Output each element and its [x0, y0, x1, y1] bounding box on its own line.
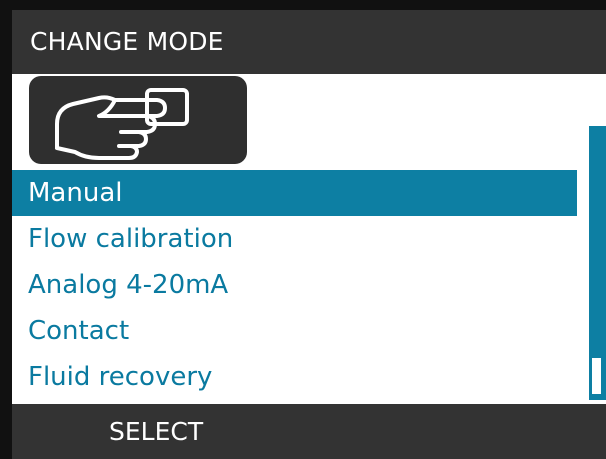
device-screen: CHANGE MODE Manual Flow calibration Anal…	[0, 0, 606, 459]
menu-item-manual[interactable]: Manual	[12, 170, 577, 216]
hand-pressing-button-icon	[29, 76, 247, 164]
menu-item-flow-calibration[interactable]: Flow calibration	[12, 216, 577, 262]
scrollbar[interactable]	[589, 126, 606, 400]
menu-item-contact[interactable]: Contact	[12, 308, 577, 354]
page-title: CHANGE MODE	[30, 27, 224, 56]
scrollbar-thumb[interactable]	[592, 358, 601, 394]
title-bar: CHANGE MODE	[12, 10, 606, 74]
menu-item-fluid-recovery[interactable]: Fluid recovery	[12, 354, 577, 400]
softkey-bar: SELECT	[12, 404, 606, 459]
select-softkey[interactable]: SELECT	[109, 416, 203, 448]
menu-panel: Manual Flow calibration Analog 4-20mA Co…	[12, 74, 606, 404]
menu-item-analog-4-20ma[interactable]: Analog 4-20mA	[12, 262, 577, 308]
mode-list: Manual Flow calibration Analog 4-20mA Co…	[12, 170, 577, 400]
